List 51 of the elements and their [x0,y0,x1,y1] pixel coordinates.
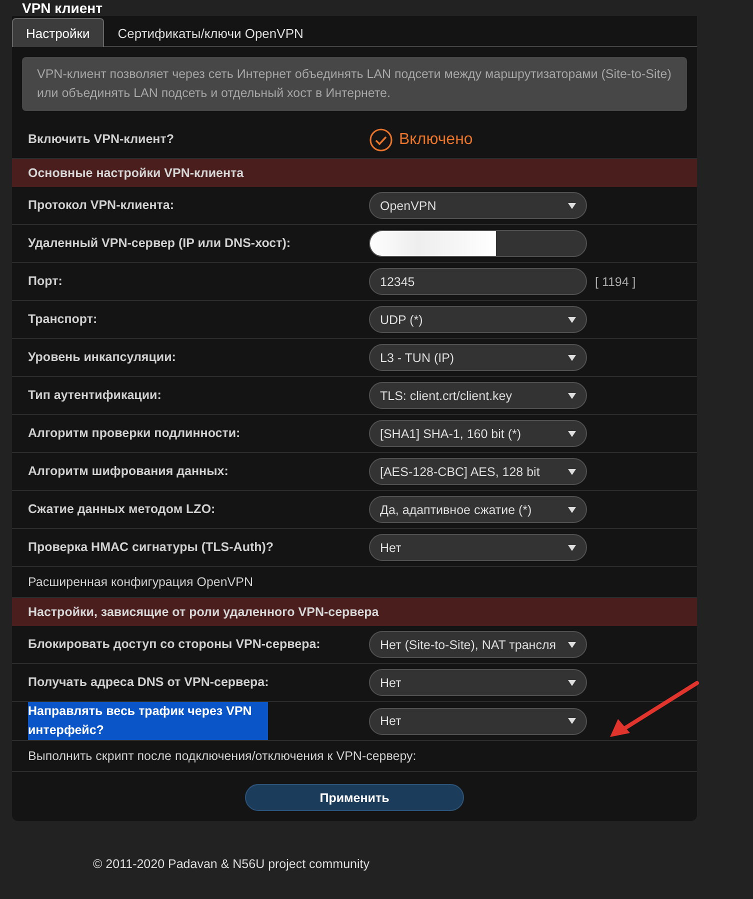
caret-icon [568,392,576,398]
caret-icon [568,680,576,686]
row-label: Сжатие данных методом LZO: [28,502,216,516]
row-label: Расширенная конфигурация OpenVPN [28,575,254,589]
row-label: Выполнить скрипт после подключения/отключения к VPN-серверу: [28,749,416,763]
default-hint: [ 1194 ] [595,274,636,288]
caret-icon [568,642,576,648]
info-box: VPN-клиент позволяет через сеть Интернет объединять LAN подсети между маршрутизаторами (Site-to-Site) или объединять LAN подсеть и отдельный хост в Интернете. [22,57,687,111]
row-label: Алгоритм проверки подлинности: [28,426,240,440]
tab[interactable]: Сертификаты/ключи OpenVPN [104,18,318,47]
row-label: Получать адреса DNS от VPN-сервера: [28,675,269,689]
caret-icon [568,718,576,724]
row-label: Транспорт: [28,312,98,326]
caret-icon [568,316,576,322]
row-label: Удаленный VPN-сервер (IP или DNS-хост): [28,236,291,250]
dropdown[interactable]: Нет [369,708,587,734]
caret-icon [568,468,576,474]
dropdown[interactable]: Да, адаптивное сжатие (*) [369,496,587,523]
row-label: Проверка HMAC сигнатуры (TLS-Auth)? [28,540,274,554]
row-label: Тип аутентификации: [28,388,162,402]
row-label: Алгоритм шифрования данных: [28,464,228,478]
dropdown[interactable]: [SHA1] SHA-1, 160 bit (*) [369,420,587,447]
input-field[interactable] [369,230,587,257]
row-label: Включить VPN-клиент? [28,132,174,146]
enabled-toggle[interactable]: Включено [369,128,473,152]
caret-icon [568,506,576,512]
dropdown[interactable]: TLS: client.crt/client.key [369,382,587,409]
dropdown[interactable]: UDP (*) [369,306,587,333]
row-label: Порт: [28,274,62,288]
page-title: VPN клиент [21,0,104,16]
dropdown[interactable]: L3 - TUN (IP) [369,344,587,371]
tab[interactable]: Настройки [12,18,104,47]
caret-icon [568,202,576,208]
caret-icon [568,354,576,360]
row-label: Блокировать доступ со стороны VPN-сервера: [28,637,320,651]
section-header: Основные настройки VPN-клиента [12,159,697,187]
caret-icon [568,430,576,436]
footer-text: © 2011-2020 Padavan & N56U project community [92,857,370,871]
dropdown[interactable]: Нет [369,534,587,561]
row-label: Протокол VPN-клиента: [28,198,174,212]
apply-button[interactable]: Применить [245,784,464,811]
row-label: Уровень инкапсуляции: [28,350,176,364]
dropdown[interactable]: Нет [369,669,587,696]
checkmark-icon [369,128,393,152]
dropdown[interactable]: OpenVPN [369,192,587,219]
section-header: Настройки, зависящие от роли удаленного VPN-сервера [12,598,697,626]
caret-icon [568,544,576,550]
dropdown[interactable]: Нет (Site-to-Site), NAT трансля [369,631,587,658]
input-field[interactable]: 12345 [369,268,587,295]
row-label: Направлять весь трафик через VPN интерфейс? [28,702,268,740]
dropdown[interactable]: [AES-128-CBC] AES, 128 bit [369,458,587,485]
